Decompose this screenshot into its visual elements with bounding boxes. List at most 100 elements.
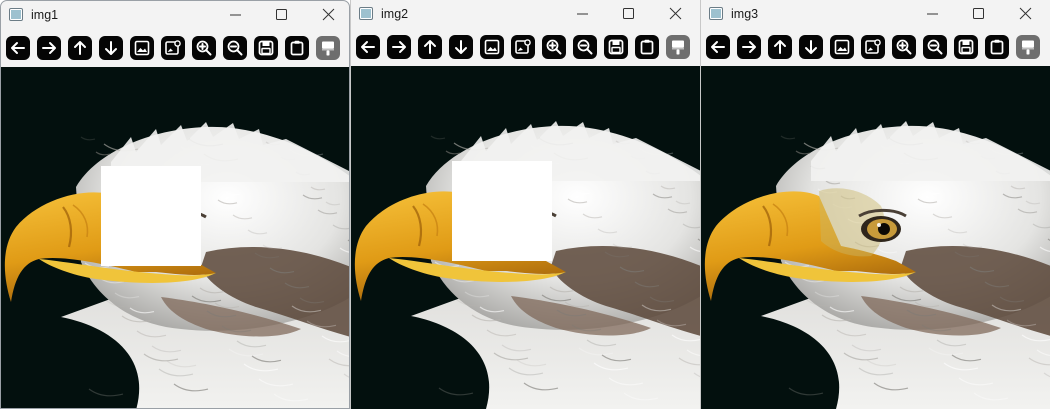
zoom-out-button[interactable] <box>923 35 947 59</box>
image-window-1: img1 <box>0 0 350 409</box>
app-icon <box>9 8 23 21</box>
arrow-left-button[interactable] <box>706 35 730 59</box>
minimize-icon <box>577 13 588 15</box>
close-button[interactable] <box>664 3 688 25</box>
zoom-in-button[interactable] <box>192 36 216 60</box>
image-icon <box>484 39 500 55</box>
save-icon <box>258 40 274 56</box>
arrow-right-button[interactable] <box>387 35 411 59</box>
window-title: img1 <box>31 8 59 22</box>
image-icon <box>834 39 850 55</box>
zoom-in-button[interactable] <box>892 35 916 59</box>
clipboard-button[interactable] <box>985 35 1009 59</box>
save-icon <box>608 39 624 55</box>
maximize-button[interactable] <box>967 3 991 25</box>
close-icon <box>1019 7 1032 20</box>
minimize-icon <box>927 13 938 15</box>
arrow-up-icon <box>774 40 786 54</box>
app-icon <box>359 7 373 20</box>
image-edit-icon <box>515 39 531 54</box>
paint-bucket-button[interactable] <box>666 35 690 59</box>
clipboard-icon <box>990 39 1004 55</box>
arrow-down-button[interactable] <box>449 35 473 59</box>
image-button[interactable] <box>480 35 504 59</box>
image-button[interactable] <box>130 36 154 60</box>
arrow-down-button[interactable] <box>99 36 123 60</box>
occlusion-mask <box>101 166 201 266</box>
image-window-2: img2 <box>350 0 700 409</box>
arrow-left-icon <box>11 42 25 54</box>
paint-bucket-icon <box>1022 40 1034 55</box>
arrow-right-button[interactable] <box>37 36 61 60</box>
arrow-left-icon <box>711 41 725 53</box>
zoom-out-icon <box>927 39 943 55</box>
paint-bucket-button[interactable] <box>316 36 340 60</box>
image-viewport[interactable] <box>701 66 1050 409</box>
close-button[interactable] <box>1014 3 1038 25</box>
zoom-in-icon <box>546 39 562 55</box>
minimize-button[interactable] <box>571 3 595 25</box>
eagle-photo <box>701 66 1050 409</box>
arrow-right-icon <box>42 42 56 54</box>
occlusion-mask <box>452 161 552 261</box>
arrow-up-icon <box>74 41 86 55</box>
app-icon <box>709 7 723 20</box>
clipboard-icon <box>290 40 304 56</box>
zoom-out-button[interactable] <box>573 35 597 59</box>
clipboard-button[interactable] <box>635 35 659 59</box>
save-button[interactable] <box>254 36 278 60</box>
maximize-icon <box>973 8 984 19</box>
arrow-up-icon <box>424 40 436 54</box>
arrow-up-button[interactable] <box>68 36 92 60</box>
image-viewport[interactable] <box>1 67 349 408</box>
paint-bucket-icon <box>322 41 334 56</box>
title-bar[interactable]: img3 <box>701 0 1050 29</box>
minimize-icon <box>230 14 241 16</box>
zoom-in-button[interactable] <box>542 35 566 59</box>
save-button[interactable] <box>604 35 628 59</box>
maximize-button[interactable] <box>270 4 294 26</box>
image-edit-button[interactable] <box>161 36 185 60</box>
title-bar[interactable]: img1 <box>1 1 349 30</box>
zoom-out-icon <box>227 40 243 56</box>
close-icon <box>669 7 682 20</box>
arrow-down-icon <box>805 40 817 54</box>
arrow-up-button[interactable] <box>768 35 792 59</box>
save-button[interactable] <box>954 35 978 59</box>
zoom-out-icon <box>577 39 593 55</box>
image-icon <box>134 40 150 56</box>
close-icon <box>322 8 335 21</box>
minimize-button[interactable] <box>224 4 248 26</box>
zoom-in-icon <box>896 39 912 55</box>
image-edit-icon <box>865 39 881 54</box>
arrow-down-icon <box>455 40 467 54</box>
arrow-left-icon <box>361 41 375 53</box>
arrow-right-icon <box>392 41 406 53</box>
clipboard-button[interactable] <box>285 36 309 60</box>
image-window-3: img3 <box>700 0 1050 409</box>
arrow-up-button[interactable] <box>418 35 442 59</box>
arrow-down-icon <box>105 41 117 55</box>
arrow-left-button[interactable] <box>356 35 380 59</box>
image-edit-button[interactable] <box>861 35 885 59</box>
maximize-button[interactable] <box>617 3 641 25</box>
title-bar[interactable]: img2 <box>351 0 700 29</box>
image-edit-button[interactable] <box>511 35 535 59</box>
image-edit-icon <box>165 40 181 55</box>
arrow-right-button[interactable] <box>737 35 761 59</box>
clipboard-icon <box>640 39 654 55</box>
arrow-right-icon <box>742 41 756 53</box>
close-button[interactable] <box>317 4 341 26</box>
zoom-out-button[interactable] <box>223 36 247 60</box>
maximize-icon <box>623 8 634 19</box>
arrow-left-button[interactable] <box>6 36 30 60</box>
paint-bucket-button[interactable] <box>1016 35 1040 59</box>
image-viewport[interactable] <box>351 66 700 409</box>
image-button[interactable] <box>830 35 854 59</box>
paint-bucket-icon <box>672 40 684 55</box>
minimize-button[interactable] <box>921 3 945 25</box>
maximize-icon <box>276 9 287 20</box>
window-title: img3 <box>731 7 759 21</box>
arrow-down-button[interactable] <box>799 35 823 59</box>
zoom-in-icon <box>196 40 212 56</box>
